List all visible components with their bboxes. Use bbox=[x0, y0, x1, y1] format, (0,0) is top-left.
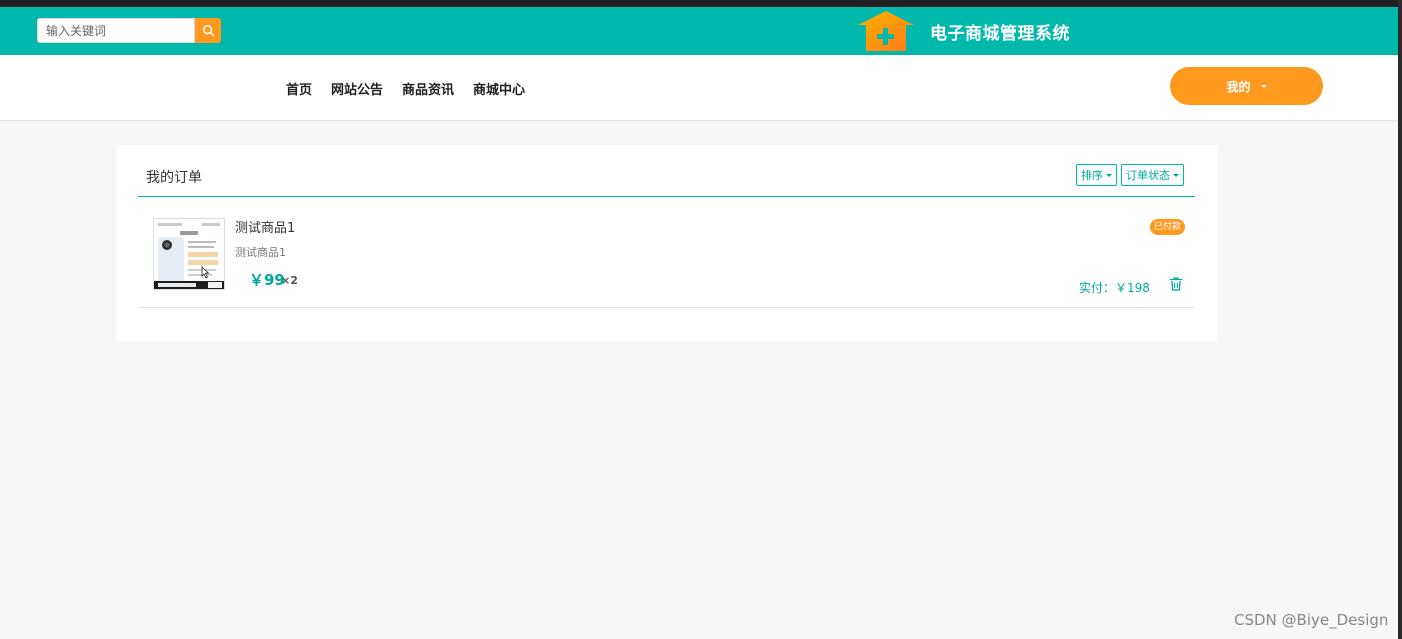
watermark-text: CSDN @Biye_Design bbox=[1234, 611, 1389, 629]
nav-link-mall-center[interactable]: 商城中心 bbox=[473, 79, 525, 98]
orders-panel: 我的订单 排序 订单状态 测试商品1 测试商品1 ￥99 ×2 已付款 实付：￥… bbox=[116, 145, 1218, 341]
page-title: 我的订单 bbox=[146, 170, 202, 186]
user-menu-label: 我的 bbox=[1226, 79, 1251, 94]
search-input[interactable] bbox=[37, 18, 195, 43]
trash-icon[interactable] bbox=[1168, 276, 1184, 292]
nav-links: 首页 网站公告 商品资讯 商城中心 bbox=[286, 55, 544, 121]
product-name[interactable]: 测试商品1 bbox=[235, 217, 295, 236]
site-title: 电子商城管理系统 bbox=[930, 24, 1070, 44]
order-row: 测试商品1 测试商品1 ￥99 ×2 已付款 实付：￥198 bbox=[138, 197, 1195, 308]
product-quantity: ×2 bbox=[281, 274, 298, 287]
product-thumbnail[interactable] bbox=[153, 218, 225, 290]
nav-link-product-news[interactable]: 商品资讯 bbox=[402, 79, 454, 98]
caret-down-icon bbox=[1106, 173, 1112, 177]
house-logo-icon bbox=[858, 11, 914, 51]
order-status-dropdown-button[interactable]: 订单状态 bbox=[1121, 164, 1184, 186]
status-badge: 已付款 bbox=[1150, 219, 1186, 235]
search-button[interactable] bbox=[195, 18, 221, 43]
user-menu-button[interactable]: 我的 bbox=[1170, 67, 1323, 105]
nav-link-home[interactable]: 首页 bbox=[286, 79, 312, 98]
window-top-strip bbox=[0, 0, 1402, 7]
paid-amount: 实付：￥198 bbox=[1079, 281, 1150, 295]
search-icon bbox=[202, 24, 214, 37]
window-right-edge bbox=[1398, 0, 1402, 639]
product-price: ￥99 bbox=[249, 271, 285, 289]
main-navbar: 首页 网站公告 商品资讯 商城中心 我的 bbox=[0, 55, 1398, 121]
product-image bbox=[154, 219, 224, 289]
caret-down-icon bbox=[1173, 173, 1179, 177]
caret-down-icon bbox=[1260, 84, 1267, 88]
order-status-label: 订单状态 bbox=[1126, 169, 1170, 182]
sort-dropdown-button[interactable]: 排序 bbox=[1076, 164, 1117, 186]
site-header: 电子商城管理系统 bbox=[0, 7, 1402, 55]
product-description: 测试商品1 bbox=[235, 246, 286, 259]
sort-label: 排序 bbox=[1081, 169, 1103, 182]
nav-link-announcements[interactable]: 网站公告 bbox=[331, 79, 383, 98]
